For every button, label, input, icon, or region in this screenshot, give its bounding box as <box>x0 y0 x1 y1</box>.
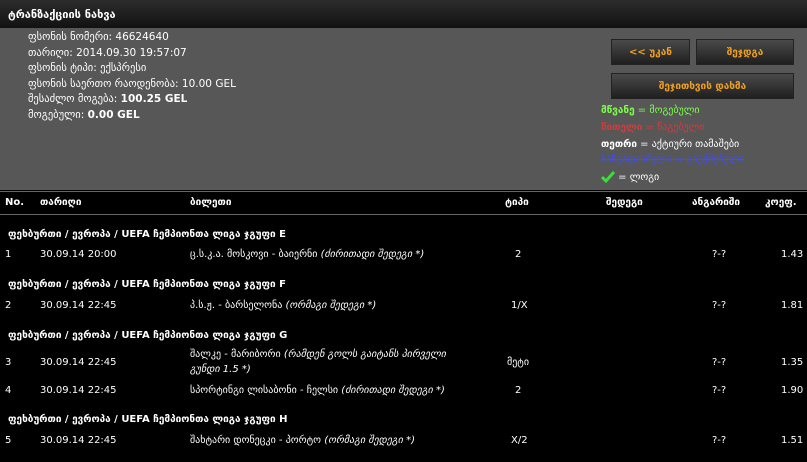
col-score: ანგარიში <box>692 197 741 208</box>
ticket-possible-line: შესაძლო მოგება: 100.25 GEL <box>28 93 188 105</box>
stop-button[interactable]: შეჯითხვის დახმა <box>611 73 794 99</box>
group-title: ფეხბურთი / ევროპა / UEFA ჩემპიონთა ლიგა … <box>8 414 288 425</box>
check-button[interactable]: შეჯდგა <box>696 39 794 65</box>
ticket-number: 46624640 <box>115 31 169 43</box>
group-title: ფეხბურთი / ევროპა / UEFA ჩემპიონთა ლიგა … <box>8 229 287 240</box>
col-date: თარიღი <box>40 197 82 208</box>
ticket-details: ფსონის ნომერი: 46624640 თარიღი: 2014.09.… <box>28 30 236 123</box>
ticket-number-line: ფსონის ნომერი: 46624640 <box>28 31 169 43</box>
ticket-stake-line: ფსონის საერთო რაოდენობა: 10.00 GEL <box>28 77 236 90</box>
legend-strike: ხაზგადასმული = გაუქმებული <box>601 154 745 165</box>
col-ticket: ბილეთი <box>190 197 232 208</box>
col-result: შედეგი <box>606 197 643 208</box>
ticket-win: 0.00 GEL <box>87 108 140 121</box>
window-title: ტრანზაქციის ნახვა <box>8 8 116 21</box>
title-bar: ტრანზაქციის ნახვა <box>0 0 807 29</box>
check-icon <box>600 171 616 184</box>
legend-green: მწვანე = მოგებული <box>601 105 700 116</box>
col-no: No. <box>5 197 25 208</box>
ticket-win-line: მოგებული: 0.00 GEL <box>28 108 140 121</box>
legend-check: = ლოგი <box>600 170 659 185</box>
ticket-date: 2014.09.30 19:57:07 <box>76 46 187 59</box>
legend-red: წითელი = წაგებული <box>601 122 705 133</box>
ticket-stake: 10.00 GEL <box>181 77 236 90</box>
group-title: ფეხბურთი / ევროპა / UEFA ჩემპიონთა ლიგა … <box>8 330 288 341</box>
ticket-possible-win: 100.25 GEL <box>120 93 188 105</box>
back-button[interactable]: << უკან <box>611 39 690 65</box>
ticket-type: ექსპრესი <box>100 62 147 74</box>
col-coef: კოეფ. <box>765 197 797 208</box>
legend-white: თეთრი = აქტიური თამაშები <box>601 139 740 150</box>
group-title: ფეხბურთი / ევროპა / UEFA ჩემპიონთა ლიგა … <box>8 279 287 290</box>
ticket-type-line: ფსონის ტიპი: ექსპრესი <box>28 62 147 74</box>
col-type: ტიპი <box>505 197 529 208</box>
ticket-info-panel: ფსონის ნომერი: 46624640 თარიღი: 2014.09.… <box>0 28 807 190</box>
table-header: No. თარიღი ბილეთი ტიპი შედეგი ანგარიში კ… <box>0 191 807 215</box>
ticket-date-line: თარიღი: 2014.09.30 19:57:07 <box>28 46 187 59</box>
